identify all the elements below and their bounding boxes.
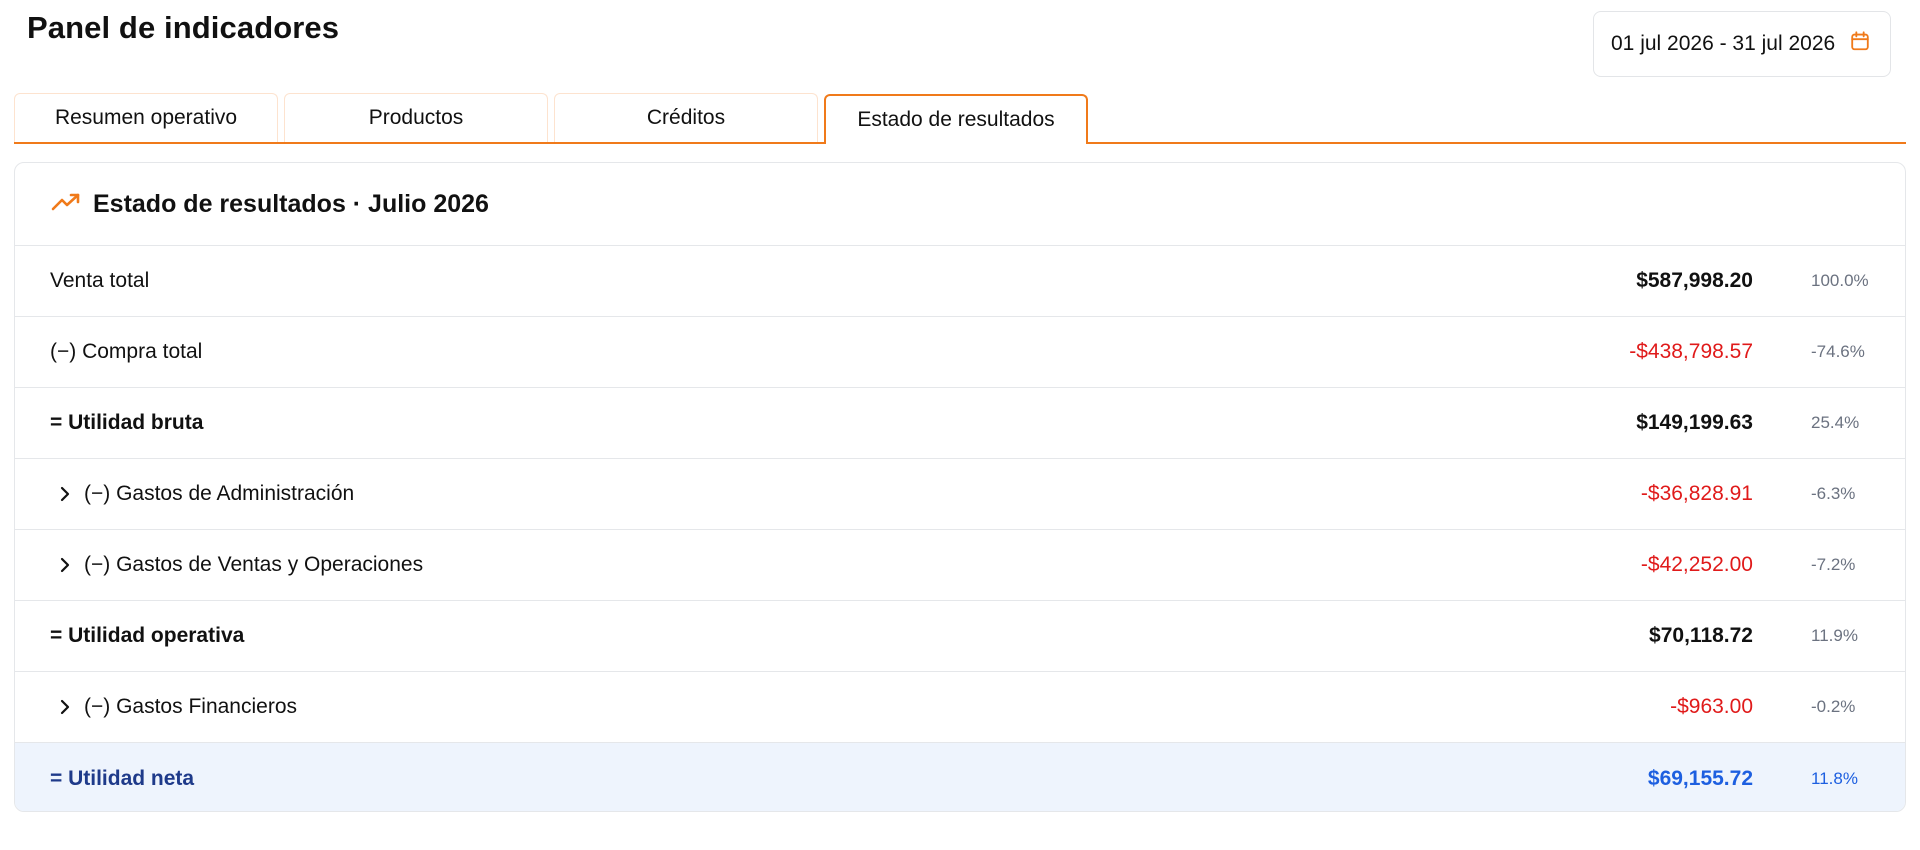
row-percentage: 11.9% [1811, 626, 1858, 645]
tab-estado-de-resultados[interactable]: Estado de resultados [824, 94, 1088, 144]
tab-productos[interactable]: Productos [284, 93, 548, 142]
row-percentage: 25.4% [1811, 413, 1860, 432]
row-percentage: 100.0% [1811, 271, 1869, 290]
row-label: = Utilidad operativa [50, 624, 245, 647]
row-label: (−) Gastos de Administración [84, 482, 355, 505]
row-percentage: -0.2% [1811, 697, 1856, 716]
page-header: Panel de indicadores 01 jul 2026 - 31 ju… [14, 0, 1906, 94]
row-amount: -$438,798.57 [1629, 340, 1753, 363]
dashboard-page: Panel de indicadores 01 jul 2026 - 31 ju… [0, 0, 1920, 850]
card-title: Estado de resultados · Julio 2026 [93, 189, 489, 218]
row-percentage: -7.2% [1811, 555, 1856, 574]
row-gastos-administracion[interactable]: (−) Gastos de Administración -$36,828.91… [15, 459, 1905, 530]
date-range-picker[interactable]: 01 jul 2026 - 31 jul 2026 [1593, 11, 1891, 77]
row-amount: $69,155.72 [1647, 766, 1753, 790]
row-venta-total: Venta total $587,998.20 100.0% [15, 246, 1905, 317]
row-label: Venta total [50, 269, 150, 292]
row-amount: $70,118.72 [1649, 624, 1753, 647]
tab-resumen-operativo[interactable]: Resumen operativo [14, 93, 278, 142]
row-label: = Utilidad neta [50, 766, 195, 790]
row-amount: -$42,252.00 [1640, 553, 1753, 576]
row-percentage: -74.6% [1811, 342, 1865, 361]
row-amount: $587,998.20 [1636, 269, 1753, 292]
row-utilidad-bruta: = Utilidad bruta $149,199.63 25.4% [15, 388, 1905, 459]
row-percentage: -6.3% [1811, 484, 1856, 503]
row-amount: -$963.00 [1670, 695, 1753, 718]
row-compra-total: (−) Compra total -$438,798.57 -74.6% [15, 317, 1905, 388]
chevron-right-icon[interactable] [55, 555, 75, 575]
row-label: (−) Compra total [50, 340, 203, 363]
tab-creditos[interactable]: Créditos [554, 93, 818, 142]
page-title: Panel de indicadores [27, 10, 340, 45]
row-gastos-financieros[interactable]: (−) Gastos Financieros -$963.00 -0.2% [15, 672, 1905, 743]
row-amount: -$36,828.91 [1640, 482, 1753, 505]
row-label: = Utilidad bruta [50, 411, 204, 434]
chevron-right-icon[interactable] [55, 697, 75, 717]
row-amount: $149,199.63 [1636, 411, 1753, 434]
row-utilidad-operativa: = Utilidad operativa $70,118.72 11.9% [15, 601, 1905, 672]
row-utilidad-neta: = Utilidad neta $69,155.72 11.8% [15, 743, 1905, 811]
row-label: (−) Gastos Financieros [84, 695, 297, 718]
calendar-icon [1849, 30, 1871, 58]
card-header: Estado de resultados · Julio 2026 [15, 163, 1905, 246]
row-gastos-ventas-operaciones[interactable]: (−) Gastos de Ventas y Operaciones -$42,… [15, 530, 1905, 601]
chevron-right-icon[interactable] [55, 484, 75, 504]
row-label: (−) Gastos de Ventas y Operaciones [84, 553, 424, 576]
tab-bar: Resumen operativo Productos Créditos Est… [14, 93, 1906, 144]
trending-up-icon [51, 190, 81, 219]
income-statement-card: Estado de resultados · Julio 2026 Venta … [14, 162, 1906, 812]
date-range-label: 01 jul 2026 - 31 jul 2026 [1611, 32, 1836, 55]
row-percentage: 11.8% [1811, 768, 1858, 788]
